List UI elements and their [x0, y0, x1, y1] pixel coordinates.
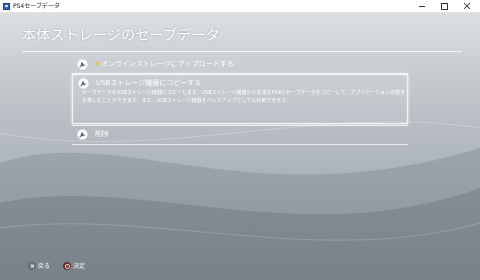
menu-divider	[72, 144, 408, 145]
cross-button-icon	[28, 261, 36, 270]
footer-enter-label: 決定	[73, 263, 86, 270]
menu-item-description: セーブデータをUSBストレージ機器にコピーします。USBストレージ機器から友達の…	[82, 90, 406, 104]
footer-back[interactable]: 戻る	[28, 261, 50, 270]
footer-back-label: 戻る	[38, 263, 51, 270]
ps4-screen: 本体ストレージのセーブデータ ✚オンラインストレージにアップロードする USBス…	[0, 13, 480, 280]
app-icon	[3, 3, 10, 10]
menu-item-label: 削除	[95, 130, 109, 138]
wrench-icon	[77, 59, 88, 70]
menu-item-label: ✚オンラインストレージにアップロードする	[95, 60, 234, 68]
menu-item-upload[interactable]: ✚オンラインストレージにアップロードする	[72, 56, 408, 72]
minimize-button[interactable]	[411, 0, 433, 12]
window-title: PS4セーブデータ	[13, 3, 60, 10]
menu-divider	[72, 125, 408, 126]
maximize-button[interactable]	[433, 0, 455, 12]
circle-button-icon	[63, 261, 71, 270]
wrench-icon	[77, 129, 88, 140]
page-title: 本体ストレージのセーブデータ	[22, 28, 220, 44]
window-titlebar: PS4セーブデータ	[0, 0, 480, 13]
wrench-icon	[78, 78, 89, 89]
menu-item-delete[interactable]: 削除	[72, 127, 408, 143]
background-waves	[0, 121, 480, 280]
menu-item-copy-usb[interactable]: USBストレージ機器にコピーする セーブデータをUSBストレージ機器にコピーしま…	[72, 74, 408, 124]
close-icon	[464, 3, 470, 9]
menu-item-label: USBストレージ機器にコピーする	[96, 79, 202, 87]
plus-icon: ✚	[95, 61, 101, 68]
close-button[interactable]	[455, 0, 480, 12]
title-divider	[22, 51, 462, 52]
footer-enter[interactable]: 決定	[63, 261, 85, 270]
